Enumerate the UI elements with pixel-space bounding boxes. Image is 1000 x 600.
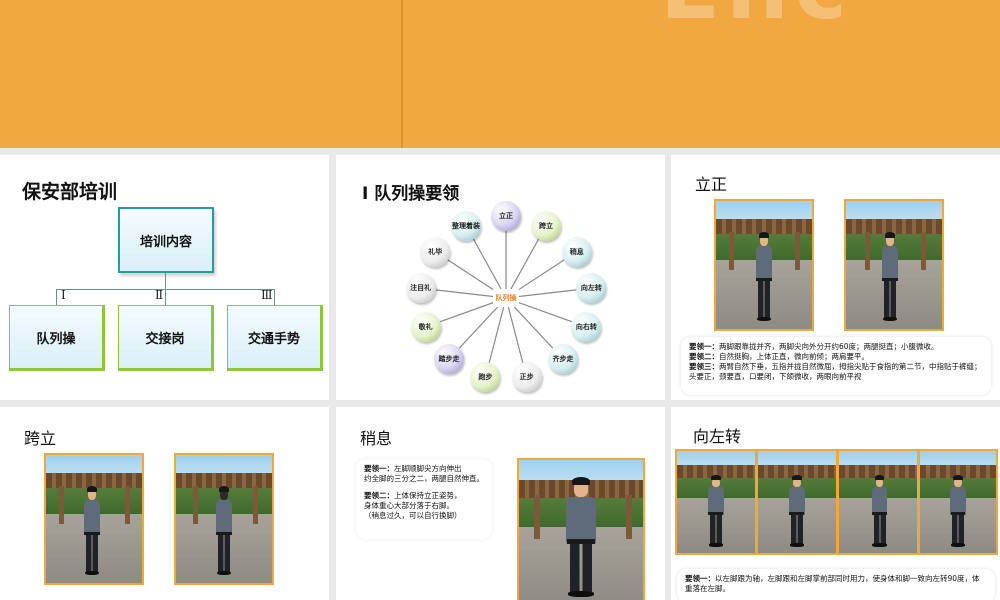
connector <box>165 273 166 289</box>
photo-guard-front <box>517 458 645 600</box>
slide-thumbnail-left-face[interactable]: 向左转 要领一：以左脚跟为轴，左脚跟和左脚掌前部同时用力，使身体和脚一致向左转9… <box>671 407 1000 600</box>
org-chart-child: 交通手势 <box>227 305 323 371</box>
note-key: 要领一： <box>685 574 715 583</box>
drill-node: 跨立 <box>530 210 561 241</box>
slide-thumbnail-training[interactable]: 保安部培训 培训内容 Ⅰ Ⅱ Ⅲ 队列操 交接岗 交通手势 <box>0 155 329 400</box>
slide-sorter: Enc 保安部培训 培训内容 Ⅰ Ⅱ Ⅲ 队列操 交接岗 交通手势 Ⅰ 队列操要… <box>0 0 1000 600</box>
photo-step-3 <box>837 449 919 555</box>
note-text: （稍息过久，可以自行换脚） <box>364 511 462 520</box>
drill-node: 正步 <box>511 362 542 393</box>
pergola-post <box>124 485 130 525</box>
drill-node: 整理着装 <box>451 210 482 241</box>
photo-guard-front <box>714 199 814 331</box>
photo-guard-side <box>844 199 944 331</box>
note-key: 要领一： <box>364 464 394 473</box>
note-text: 左脚顺脚尖方向伸出 <box>394 464 462 473</box>
photo-step-2 <box>756 449 838 555</box>
pergola <box>846 218 942 235</box>
note-text: 身体重心大部分落于右脚。 <box>364 501 454 510</box>
slide-thumbnail-parade-rest[interactable]: 跨立 <box>0 407 329 600</box>
photo-guard-back <box>174 453 274 585</box>
connector <box>165 289 166 305</box>
roman-numeral: Ⅱ <box>155 288 164 302</box>
guard-figure <box>707 475 726 547</box>
guard-figure <box>564 476 599 598</box>
note-text: 上体保持立正姿势， <box>394 491 462 500</box>
guard-figure <box>949 475 967 547</box>
slide-thumbnail-drill-essentials[interactable]: Ⅰ 队列操要领 立正 跨立 稍息 向左转 向右转 齐步走 正步 跑步 踏步走 敬礼 注目礼 礼毕 整理着… <box>336 155 665 400</box>
pergola-post <box>729 231 735 271</box>
instruction-notes: 要领一：左脚顺脚尖方向伸出 约全脚的三分之二，两腿自然伸直。 要领二：上体保持立… <box>356 459 492 539</box>
slide-thumbnail-at-ease[interactable]: 稍息 要领一：左脚顺脚尖方向伸出 约全脚的三分之二，两腿自然伸直。 要领二：上体… <box>336 407 665 600</box>
note-text: 以左脚跟为轴，左脚跟和左脚掌前部同时用力，使身体和脚一致向左转90度，体重落在左… <box>685 574 980 593</box>
guard-figure <box>881 231 900 322</box>
hub-label: 队列操 <box>493 289 519 307</box>
pergola-post <box>252 485 258 525</box>
org-chart-child: 队列操 <box>9 305 105 371</box>
org-chart-root: 培训内容 <box>118 207 214 273</box>
slide-thumbnail-attention[interactable]: 立正 要领一：两脚跟靠拢并齐，两脚尖向外分开约60度；两腿挺直；小腹微收。 要领… <box>671 155 1000 400</box>
slide-title: 保安部培训 <box>22 181 118 203</box>
banner-decor-text: Enc <box>660 0 853 39</box>
slide-title: 稍息 <box>360 429 393 448</box>
note-key: 要领二： <box>364 491 394 500</box>
slide-divider <box>401 0 403 148</box>
pergola-post <box>193 485 199 525</box>
org-chart-child: 交接岗 <box>118 305 214 371</box>
drill-node: 踏步走 <box>433 344 464 375</box>
spoke-diagram <box>420 216 592 378</box>
guard-figure <box>788 475 807 547</box>
pergola-post <box>533 495 541 539</box>
note-key: 要领二： <box>689 352 719 361</box>
photo-step-4 <box>918 449 998 555</box>
drill-node: 敬礼 <box>410 311 441 342</box>
instruction-notes: 要领一：以左脚跟为轴，左脚跟和左脚掌前部同时用力，使身体和脚一致向左转90度，体… <box>677 569 995 600</box>
note-key: 要领三： <box>689 362 719 371</box>
note-text: 自然挺胸，上体正直，微向前倾；两肩要平。 <box>719 352 869 361</box>
guard-figure <box>82 485 101 576</box>
guard-figure <box>870 475 889 547</box>
pergola-post <box>59 485 65 525</box>
drill-node: 注目礼 <box>405 273 436 304</box>
slide-title: 跨立 <box>24 429 57 448</box>
photo-step-1 <box>675 449 757 555</box>
guard-figure <box>214 485 233 576</box>
slide-title: 立正 <box>695 175 728 194</box>
roman-numeral: Ⅰ <box>61 288 66 302</box>
drill-node: 礼毕 <box>420 236 451 267</box>
photo-guard-front <box>44 453 144 585</box>
pergola-post <box>794 231 800 271</box>
banner-slide-row[interactable]: Enc <box>0 0 1000 148</box>
instruction-notes: 要领一：两脚跟靠拢并齐，两脚尖向外分开约60度；两腿挺直；小腹微收。 要领二：自… <box>681 337 991 395</box>
drill-node: 稍息 <box>561 236 592 267</box>
note-key: 要领一： <box>689 342 719 351</box>
note-text: 约全脚的三分之二，两腿自然伸直。 <box>364 474 484 483</box>
connector <box>56 289 57 305</box>
slide-title: 向左转 <box>693 427 742 446</box>
note-text: 两臂自然下垂，五指并拢自然微屈，拇指尖贴于食指的第二节，中指贴于裤缝；头要正，颈… <box>689 362 982 381</box>
guard-figure <box>754 231 773 322</box>
pergola-post <box>625 495 632 539</box>
pergola-post <box>865 231 870 271</box>
note-text: 两脚跟靠拢并齐，两脚尖向外分开约60度；两腿挺直；小腹微收。 <box>719 342 939 351</box>
roman-numeral: Ⅲ <box>261 288 273 302</box>
connector <box>274 289 275 305</box>
pergola-post <box>920 231 926 271</box>
drill-node: 齐步走 <box>548 344 579 375</box>
